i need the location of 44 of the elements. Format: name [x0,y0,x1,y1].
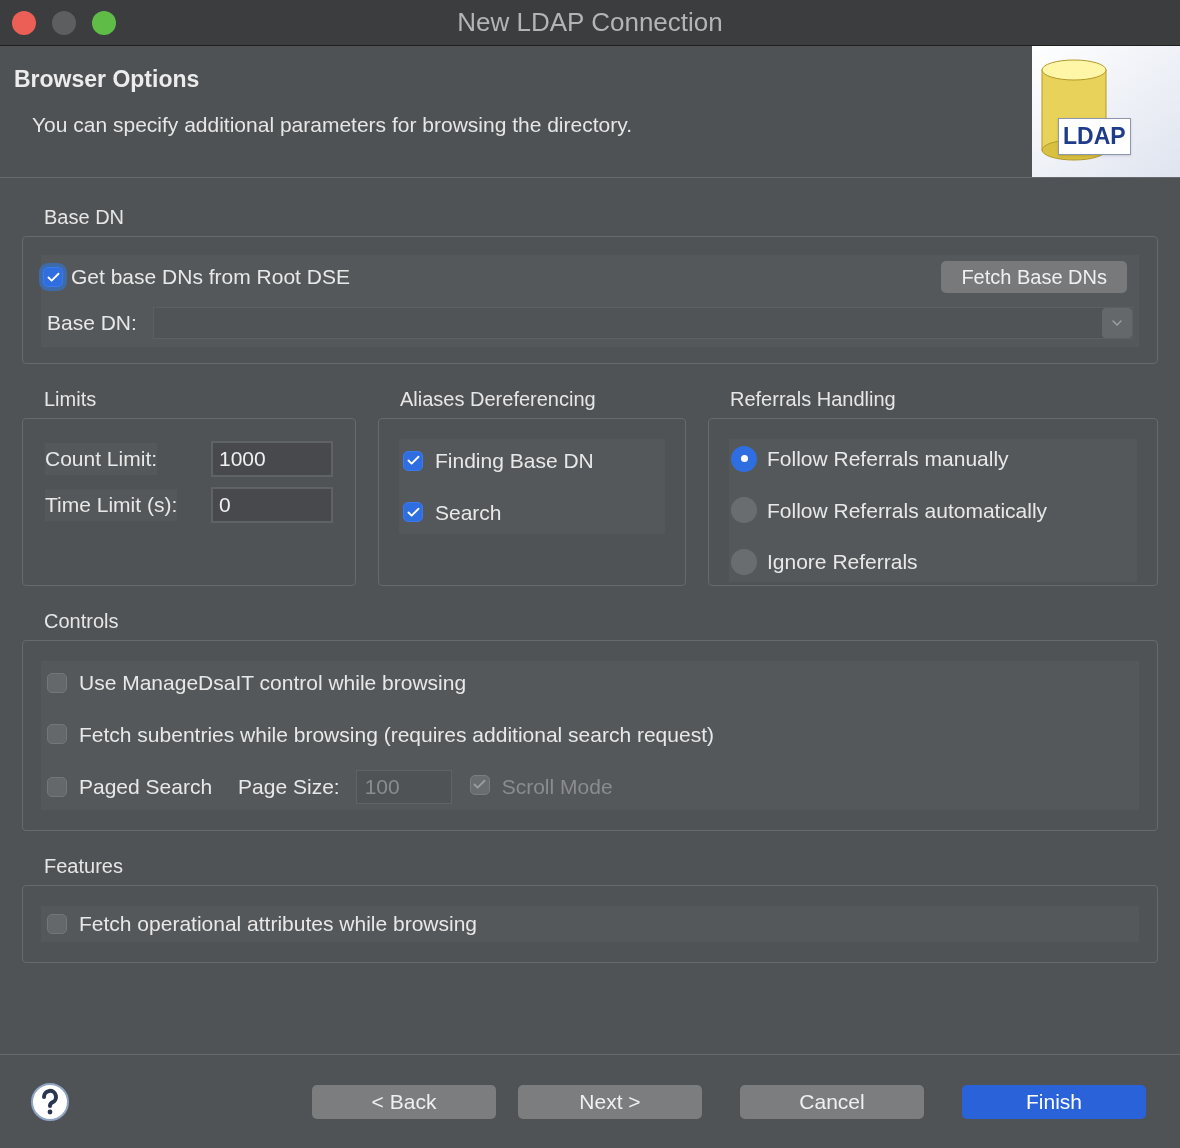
checkbox-label: Finding Base DN [435,448,594,474]
dialog-button[interactable]: < Back [312,1084,496,1119]
section-title: Referrals Handling [729,387,897,412]
number-field[interactable]: 1000 [211,441,333,477]
logo-label: LDAP [1058,118,1131,155]
page-description: You can specify additional parameters for browsing the directory. [32,111,633,138]
dialog-button[interactable]: Next > [518,1084,702,1119]
field-label: Page Size: [238,774,340,801]
help-icon[interactable] [30,1081,70,1122]
checkbox[interactable] [403,450,423,471]
dialog-button[interactable]: Finish [962,1084,1146,1119]
checkbox-label: Fetch subentries while browsing (requires additional search request) [79,721,714,748]
checkbox[interactable] [47,777,67,797]
base-dn-combobox[interactable] [152,307,1133,339]
field-label: Time Limit (s): [45,489,178,521]
checkbox-label: Paged Search [79,774,213,801]
page-title: Browser Options [14,65,201,94]
field-label: Base DN: [46,310,137,337]
section-title: Base DN [43,205,126,230]
radio-button[interactable] [731,445,757,472]
dropdown-button[interactable] [1102,308,1132,338]
checkbox-label: Get base DNs from Root DSE [71,264,350,291]
checkbox[interactable] [47,672,67,693]
section-title: Limits [43,387,98,412]
close-button[interactable] [12,10,36,35]
number-field[interactable]: 0 [211,487,333,523]
checkbox[interactable] [403,502,423,523]
radio-label: Follow Referrals automatically [767,497,1048,524]
section-title: Aliases Dereferencing [399,387,597,412]
radio-label: Ignore Referrals [767,549,918,575]
checkbox[interactable] [47,913,67,934]
checkbox-label: Search [435,499,502,526]
dialog-button[interactable]: Cancel [740,1084,924,1119]
section-title: Controls [43,609,120,634]
checkbox[interactable] [47,724,67,745]
field-label: Count Limit: [45,443,158,475]
section-title: Features [43,854,124,879]
checkbox-label: Fetch operational attributes while browsing [79,911,478,937]
checkbox-label: Use ManageDsaIT control while browsing [79,670,467,696]
zoom-button[interactable] [92,10,116,35]
fetch-base-dns-button[interactable]: Fetch Base DNs [941,261,1127,293]
minimize-button[interactable] [52,10,76,35]
window-title: New LDAP Connection [457,6,723,39]
radio-label: Follow Referrals manually [767,446,1009,472]
